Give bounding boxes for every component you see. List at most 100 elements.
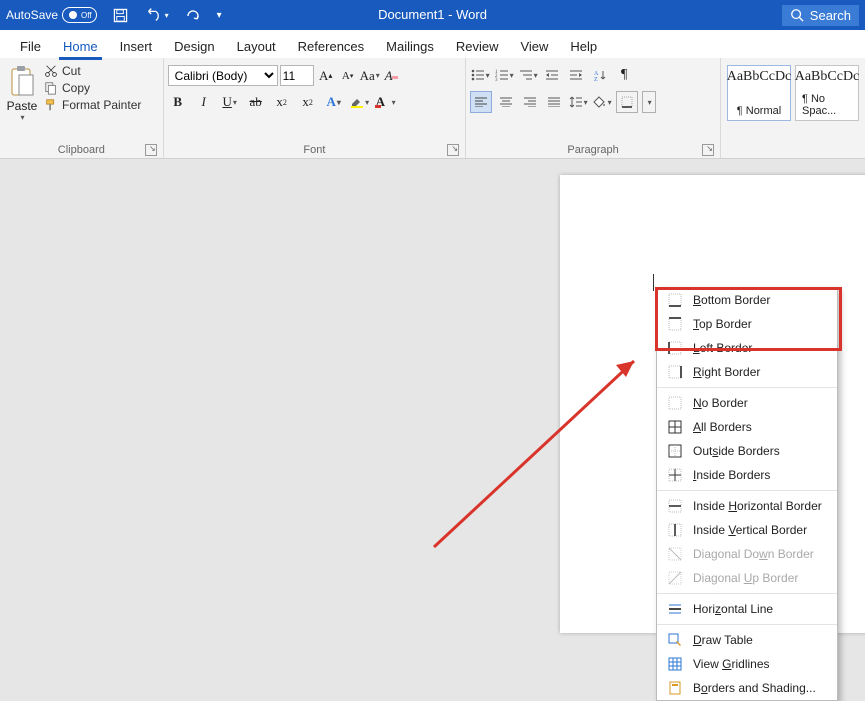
group-clipboard: Paste ▾ Cut Copy Format Painter Clipboar…	[0, 58, 164, 158]
menu-diagonal-down: Diagonal Down Border	[657, 542, 837, 566]
inside-vertical-icon	[667, 522, 683, 538]
tab-help[interactable]: Help	[560, 35, 607, 58]
menu-horizontal-line[interactable]: Horizontal Line	[657, 597, 837, 621]
tab-review[interactable]: Review	[446, 35, 509, 58]
font-color-button[interactable]: A▾	[376, 92, 396, 112]
paste-button[interactable]	[6, 63, 38, 99]
clipboard-group-label: Clipboard	[58, 144, 105, 156]
strikethrough-button[interactable]: ab	[246, 92, 266, 112]
subscript-button[interactable]: x2	[272, 92, 292, 112]
grow-font-button[interactable]: A▴	[316, 66, 336, 86]
svg-text:Z: Z	[594, 77, 598, 81]
font-dialog-launcher[interactable]: ↘	[447, 144, 459, 156]
menu-no-border[interactable]: No Border	[657, 391, 837, 415]
borders-menu: Bottom Border TTop Borderop Border Left …	[656, 287, 838, 701]
change-case-button[interactable]: Aa▾	[360, 66, 380, 86]
tab-design[interactable]: Design	[164, 35, 224, 58]
shrink-font-button[interactable]: A▾	[338, 66, 358, 86]
top-border-icon	[667, 316, 683, 332]
inside-horizontal-icon	[667, 498, 683, 514]
undo-button[interactable]: ▾	[142, 6, 171, 24]
tab-insert[interactable]: Insert	[110, 35, 163, 58]
align-right-button[interactable]	[520, 92, 540, 112]
ribbon: Paste ▾ Cut Copy Format Painter Clipboar…	[0, 58, 865, 159]
menu-all-borders[interactable]: All Borders	[657, 415, 837, 439]
shading-button[interactable]: ▾	[592, 92, 612, 112]
sort-button[interactable]: AZ	[590, 65, 610, 85]
menu-right-border[interactable]: Right Border	[657, 360, 837, 384]
show-marks-button[interactable]: ¶	[614, 65, 634, 85]
tab-mailings[interactable]: Mailings	[376, 35, 444, 58]
cut-button[interactable]: Cut	[42, 63, 143, 79]
diagonal-up-icon	[667, 570, 683, 586]
tab-view[interactable]: View	[510, 35, 558, 58]
tab-references[interactable]: References	[288, 35, 374, 58]
qat-customize[interactable]: ▾	[215, 8, 224, 23]
borders-button[interactable]	[616, 91, 638, 113]
menu-view-gridlines[interactable]: View Gridlines	[657, 652, 837, 676]
horizontal-line-icon	[667, 601, 683, 617]
tab-layout[interactable]: Layout	[227, 35, 286, 58]
borders-shading-icon	[667, 680, 683, 696]
justify-button[interactable]	[544, 92, 564, 112]
menu-top-border[interactable]: TTop Borderop Border	[657, 312, 837, 336]
menu-diagonal-up: Diagonal Up Border	[657, 566, 837, 590]
clear-formatting-button[interactable]: A	[382, 66, 402, 86]
bold-button[interactable]: B	[168, 92, 188, 112]
tab-home[interactable]: Home	[53, 35, 108, 58]
gridlines-icon	[667, 656, 683, 672]
font-size-input[interactable]	[280, 65, 314, 86]
paragraph-group-label: Paragraph	[567, 144, 618, 156]
align-center-button[interactable]	[496, 92, 516, 112]
menu-inside-borders[interactable]: Inside Borders	[657, 463, 837, 487]
font-name-select[interactable]: Calibri (Body)	[168, 65, 278, 86]
tab-file[interactable]: File	[10, 35, 51, 58]
increase-indent-button[interactable]	[566, 65, 586, 85]
bullets-button[interactable]: ▾	[470, 65, 490, 85]
paste-label: Paste	[7, 99, 38, 113]
search-label: Search	[810, 8, 851, 23]
copy-button[interactable]: Copy	[42, 80, 143, 96]
paste-more[interactable]: ▾	[20, 113, 24, 122]
menu-bottom-border[interactable]: Bottom Border	[657, 288, 837, 312]
line-spacing-button[interactable]: ▾	[568, 92, 588, 112]
decrease-indent-button[interactable]	[542, 65, 562, 85]
group-styles: AaBbCcDc ¶ Normal AaBbCcDc ¶ No Spac...	[721, 58, 865, 158]
outside-borders-icon	[667, 443, 683, 459]
ribbon-tabs: File Home Insert Design Layout Reference…	[0, 30, 865, 58]
group-font: Calibri (Body) A▴ A▾ Aa▾ A B I U▾ ab x2 …	[164, 58, 466, 158]
style-no-spacing[interactable]: AaBbCcDc ¶ No Spac...	[795, 65, 859, 121]
styles-group-label	[725, 141, 861, 158]
no-border-icon	[667, 395, 683, 411]
underline-button[interactable]: U▾	[220, 92, 240, 112]
autosave-toggle[interactable]: AutoSave Off	[6, 7, 97, 23]
menu-inside-horizontal[interactable]: Inside Horizontal Border	[657, 494, 837, 518]
clipboard-dialog-launcher[interactable]: ↘	[145, 144, 157, 156]
search-box[interactable]: Search	[782, 5, 859, 26]
menu-inside-vertical[interactable]: Inside Vertical Border	[657, 518, 837, 542]
inside-borders-icon	[667, 467, 683, 483]
numbering-button[interactable]: 123▾	[494, 65, 514, 85]
menu-outside-borders[interactable]: Outside Borders	[657, 439, 837, 463]
text-effects-button[interactable]: A▾	[324, 92, 344, 112]
autosave-label: AutoSave	[6, 8, 58, 22]
format-painter-button[interactable]: Format Painter	[42, 97, 143, 113]
menu-left-border[interactable]: Left Border	[657, 336, 837, 360]
borders-dropdown-button[interactable]: ▾	[642, 91, 656, 113]
left-border-icon	[667, 340, 683, 356]
menu-borders-shading[interactable]: Borders and Shading...	[657, 676, 837, 700]
title-bar: AutoSave Off ▾ ▾ Document1 - Word Search	[0, 0, 865, 30]
paragraph-dialog-launcher[interactable]: ↘	[702, 144, 714, 156]
bottom-border-icon	[667, 292, 683, 308]
superscript-button[interactable]: x2	[298, 92, 318, 112]
align-left-button[interactable]	[470, 91, 492, 113]
draw-table-icon	[667, 632, 683, 648]
svg-text:3: 3	[495, 78, 498, 81]
redo-button[interactable]	[183, 6, 203, 24]
highlight-button[interactable]: ▾	[350, 92, 370, 112]
italic-button[interactable]: I	[194, 92, 214, 112]
scissors-icon	[44, 64, 58, 78]
save-button[interactable]	[111, 6, 130, 25]
style-normal[interactable]: AaBbCcDc ¶ Normal	[727, 65, 791, 121]
multilevel-list-button[interactable]: ▾	[518, 65, 538, 85]
